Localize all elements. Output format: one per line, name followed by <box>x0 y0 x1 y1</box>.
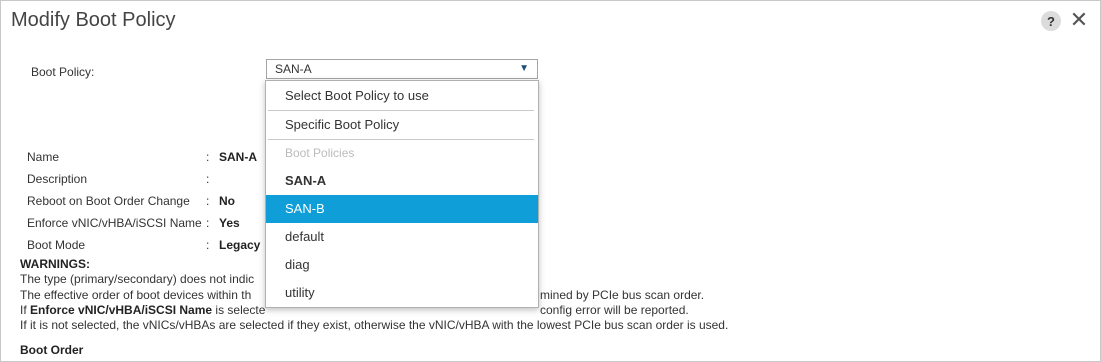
description-label: Description <box>27 172 88 186</box>
option-utility[interactable]: utility <box>266 279 538 307</box>
boot-policy-selected-value: SAN-A <box>275 62 312 76</box>
close-icon[interactable]: ✕ <box>1069 9 1089 31</box>
option-default[interactable]: default <box>266 223 538 251</box>
enforce-label: Enforce vNIC/vHBA/iSCSI Name <box>27 216 202 230</box>
boot-mode-value: Legacy <box>219 238 261 252</box>
warning-line-1: The type (primary/secondary) does not in… <box>20 272 255 286</box>
option-group-header: Boot Policies <box>285 146 355 160</box>
option-san-a[interactable]: SAN-A <box>266 167 538 195</box>
enforce-colon: : <box>206 216 210 230</box>
option-diag[interactable]: diag <box>266 251 538 279</box>
warning-line-3-prefix: If <box>20 303 31 317</box>
option-select-boot-policy[interactable]: Select Boot Policy to use <box>266 82 538 110</box>
reboot-value: No <box>219 194 235 208</box>
name-label: Name <box>27 150 60 164</box>
warning-line-2b: mined by PCIe bus scan order. <box>540 288 705 302</box>
dialog-title: Modify Boot Policy <box>11 9 176 31</box>
warning-line-3: If Enforce vNIC/vHBA/iSCSI Name is selec… <box>20 303 265 317</box>
description-colon: : <box>206 172 210 186</box>
boot-order-title: Boot Order <box>20 343 84 357</box>
option-specific-boot-policy[interactable]: Specific Boot Policy <box>266 111 538 139</box>
boot-mode-label: Boot Mode <box>27 238 86 252</box>
boot-policy-label: Boot Policy: <box>31 65 95 79</box>
boot-policy-select[interactable]: SAN-A ▼ <box>266 59 538 79</box>
reboot-colon: : <box>206 194 210 208</box>
name-value: SAN-A <box>219 150 257 164</box>
boot-policy-dropdown-list: Select Boot Policy to use Specific Boot … <box>265 80 539 308</box>
boot-mode-colon: : <box>206 238 210 252</box>
name-colon: : <box>206 150 210 164</box>
warning-line-2a: The effective order of boot devices with… <box>20 288 252 302</box>
option-san-b[interactable]: SAN-B <box>266 195 538 223</box>
warning-line-3-end: config error will be reported. <box>540 303 689 317</box>
enforce-value: Yes <box>219 216 240 230</box>
chevron-down-icon: ▼ <box>519 63 529 74</box>
help-button[interactable]: ? <box>1041 11 1061 31</box>
warning-line-4: If it is not selected, the vNICs/vHBAs a… <box>20 318 729 332</box>
warnings-title: WARNINGS: <box>20 257 90 271</box>
warning-line-3-mid: is selecte <box>212 303 266 317</box>
warning-line-3-bold: Enforce vNIC/vHBA/iSCSI Name <box>30 303 213 317</box>
reboot-label: Reboot on Boot Order Change <box>27 194 190 208</box>
